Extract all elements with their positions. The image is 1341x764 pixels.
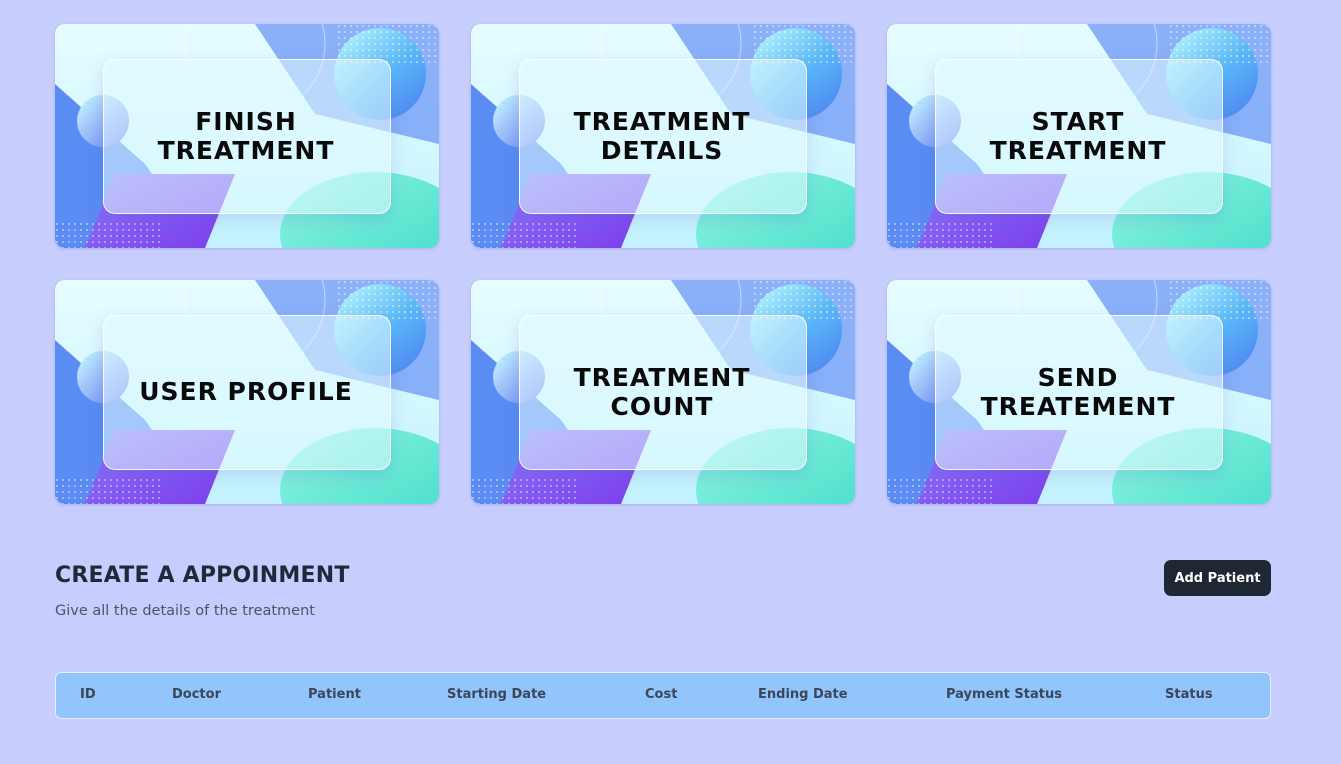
column-header-status[interactable]: Status [1165, 687, 1213, 702]
column-header-doctor[interactable]: Doctor [172, 687, 221, 702]
card-label: FINISH TREATMENT [157, 106, 335, 165]
card-start-treatment[interactable]: START TREATMENT [887, 24, 1271, 248]
card-label: SEND TREATEMENT [980, 362, 1176, 421]
card-treatment-details[interactable]: TREATMENT DETAILS [471, 24, 855, 248]
card-label: TREATMENT COUNT [573, 362, 751, 421]
column-header-payment-status[interactable]: Payment Status [946, 687, 1062, 702]
column-header-cost[interactable]: Cost [645, 687, 677, 702]
column-header-id[interactable]: ID [80, 687, 96, 702]
card-label: START TREATMENT [989, 106, 1167, 165]
section-title: CREATE A APPOINMENT [55, 563, 350, 588]
card-label: TREATMENT DETAILS [573, 106, 751, 165]
card-user-profile[interactable]: USER PROFILE [55, 280, 439, 504]
card-finish-treatment[interactable]: FINISH TREATMENT [55, 24, 439, 248]
section-subtitle: Give all the details of the treatment [55, 603, 315, 619]
add-patient-button[interactable]: Add Patient [1164, 560, 1271, 596]
card-label: USER PROFILE [139, 377, 353, 406]
card-send-treatment[interactable]: SEND TREATEMENT [887, 280, 1271, 504]
column-header-patient[interactable]: Patient [308, 687, 361, 702]
card-grid: FINISH TREATMENT TREATMENT DETAILS START… [55, 24, 1271, 504]
table-header-row: ID Doctor Patient Starting Date Cost End… [56, 673, 1270, 718]
card-treatment-count[interactable]: TREATMENT COUNT [471, 280, 855, 504]
column-header-ending-date[interactable]: Ending Date [758, 687, 848, 702]
appointments-table: ID Doctor Patient Starting Date Cost End… [55, 672, 1271, 719]
column-header-starting-date[interactable]: Starting Date [447, 687, 546, 702]
